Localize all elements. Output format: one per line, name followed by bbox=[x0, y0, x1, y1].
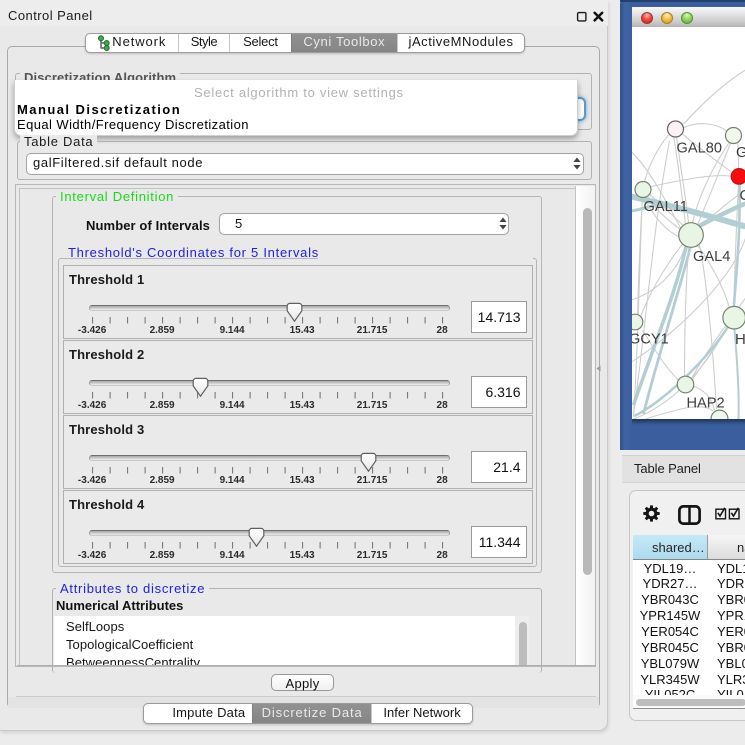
svg-text:GAL80: GAL80 bbox=[676, 141, 721, 157]
svg-text:GA: GA bbox=[736, 145, 745, 161]
svg-text:HAP2: HAP2 bbox=[686, 396, 724, 412]
svg-text:HIS4: HIS4 bbox=[735, 331, 745, 348]
svg-text:GAL11: GAL11 bbox=[643, 199, 687, 215]
svg-text:GCY1: GCY1 bbox=[632, 332, 669, 348]
svg-text:C: C bbox=[739, 188, 745, 204]
svg-text:GAL4: GAL4 bbox=[693, 249, 730, 265]
